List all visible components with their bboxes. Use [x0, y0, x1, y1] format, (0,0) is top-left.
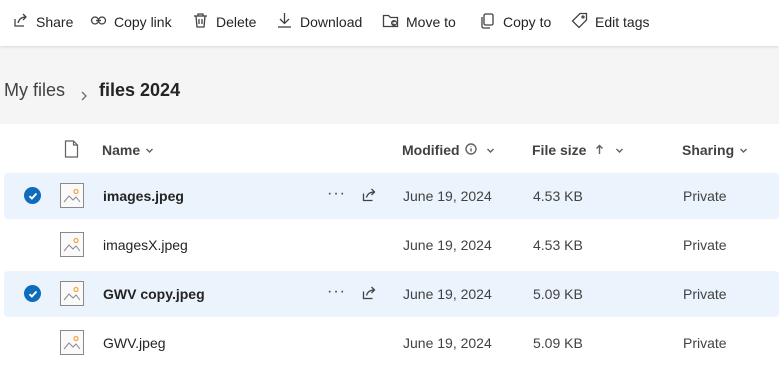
file-size: 5.09 KB — [533, 335, 583, 351]
move-to-label: Move to — [406, 14, 456, 30]
column-header-modified[interactable]: Modified — [402, 142, 495, 158]
folder-move-icon — [382, 12, 399, 32]
more-options-icon[interactable]: ··· — [327, 283, 346, 301]
file-list: Name Modified File size Sharing images.j… — [0, 124, 779, 367]
image-file-icon — [60, 232, 84, 257]
file-name[interactable]: imagesX.jpeg — [103, 237, 188, 253]
delete-label: Delete — [216, 14, 257, 30]
chevron-down-icon — [145, 142, 154, 158]
trash-icon — [192, 12, 209, 32]
modified-date: June 19, 2024 — [403, 335, 492, 351]
download-icon — [276, 12, 293, 32]
sharing-header-label: Sharing — [682, 142, 735, 158]
column-header-sharing[interactable]: Sharing — [682, 142, 748, 158]
file-row[interactable]: images.jpeg ··· June 19, 2024 4.53 KB Pr… — [4, 173, 779, 219]
modified-date: June 19, 2024 — [403, 237, 492, 253]
copy-to-button[interactable]: Copy to — [479, 7, 551, 37]
breadcrumb-my-files[interactable]: My files — [4, 80, 65, 101]
file-row[interactable]: GWV copy.jpeg ··· June 19, 2024 5.09 KB … — [4, 271, 779, 317]
edit-tags-label: Edit tags — [595, 14, 650, 30]
modified-date: June 19, 2024 — [403, 286, 492, 302]
file-size: 4.53 KB — [533, 237, 583, 253]
sharing-status: Private — [683, 335, 727, 351]
file-row[interactable]: imagesX.jpeg June 19, 2024 4.53 KB Priva… — [4, 222, 779, 268]
share-icon[interactable] — [361, 285, 377, 304]
sharing-status: Private — [683, 188, 727, 204]
chevron-down-icon — [615, 142, 624, 158]
tag-icon — [571, 12, 588, 32]
breadcrumb: My files files 2024 — [4, 78, 180, 102]
download-label: Download — [300, 14, 363, 30]
copy-link-button[interactable]: Copy link — [90, 7, 172, 37]
modified-header-label: Modified — [402, 142, 460, 158]
file-type-icon[interactable] — [64, 140, 79, 161]
file-row[interactable]: GWV.jpeg June 19, 2024 5.09 KB Private — [4, 320, 779, 366]
image-file-icon — [60, 183, 84, 208]
name-header-label: Name — [102, 142, 141, 158]
copy-to-label: Copy to — [503, 14, 552, 30]
checkmark-icon[interactable] — [24, 285, 41, 302]
share-button[interactable]: Share — [12, 7, 73, 37]
file-name[interactable]: GWV.jpeg — [103, 335, 166, 351]
modified-date: June 19, 2024 — [403, 188, 492, 204]
chevron-down-icon — [486, 142, 495, 158]
image-file-icon — [60, 281, 84, 306]
sort-ascending-icon — [595, 142, 604, 158]
edit-tags-button[interactable]: Edit tags — [571, 7, 649, 37]
share-label: Share — [36, 14, 74, 30]
file-name[interactable]: GWV copy.jpeg — [103, 286, 205, 302]
file-name[interactable]: images.jpeg — [103, 188, 184, 204]
delete-button[interactable]: Delete — [192, 7, 256, 37]
file-size: 4.53 KB — [533, 188, 583, 204]
sharing-status: Private — [683, 286, 727, 302]
command-bar: Share Copy link Delete Download Move to … — [0, 0, 779, 46]
more-options-icon[interactable]: ··· — [327, 185, 346, 203]
chevron-down-icon — [739, 142, 748, 158]
sharing-status: Private — [683, 237, 727, 253]
move-to-button[interactable]: Move to — [382, 7, 456, 37]
copy-icon — [479, 12, 496, 32]
info-icon[interactable] — [464, 142, 477, 158]
link-icon — [90, 12, 107, 32]
file-size-header-label: File size — [532, 142, 587, 158]
share-icon[interactable] — [361, 187, 377, 206]
share-icon — [12, 12, 29, 32]
breadcrumb-current-folder: files 2024 — [99, 79, 181, 100]
image-file-icon — [60, 330, 84, 355]
checkmark-icon[interactable] — [24, 187, 41, 204]
chevron-right-icon — [79, 85, 89, 101]
download-button[interactable]: Download — [276, 7, 362, 37]
column-header-file-size[interactable]: File size — [532, 142, 624, 158]
copy-link-label: Copy link — [114, 14, 172, 30]
column-header-row: Name Modified File size Sharing — [0, 124, 779, 172]
column-header-name[interactable]: Name — [102, 142, 154, 158]
file-size: 5.09 KB — [533, 286, 583, 302]
